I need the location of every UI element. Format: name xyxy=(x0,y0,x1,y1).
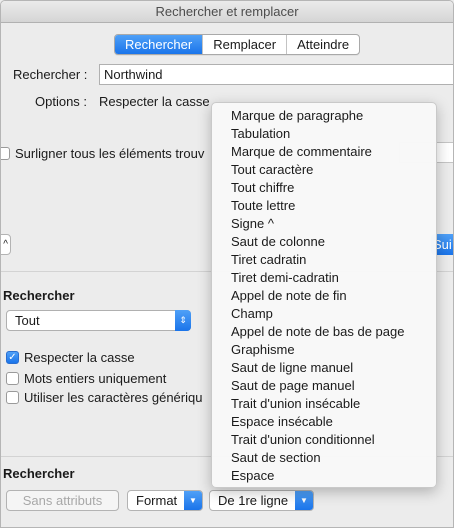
whole-words-checkbox[interactable] xyxy=(6,372,19,385)
scope-value: Tout xyxy=(15,313,40,328)
special-label: De 1re ligne xyxy=(218,493,289,508)
search-input[interactable]: Northwind xyxy=(99,64,453,85)
previous-button[interactable]: ^ xyxy=(1,234,11,255)
match-case-label: Respecter la casse xyxy=(24,350,135,365)
menu-item[interactable]: Appel de note de bas de page xyxy=(212,323,436,341)
menu-item[interactable]: Toute lettre xyxy=(212,197,436,215)
whole-words-label: Mots entiers uniquement xyxy=(24,371,167,386)
window-title: Rechercher et remplacer xyxy=(1,1,453,23)
highlight-row[interactable]: Surligner tous les éléments trouv xyxy=(1,146,205,161)
wildcards-row[interactable]: Utiliser les caractères génériqu xyxy=(6,390,202,405)
menu-item[interactable]: Tiret demi-cadratin xyxy=(212,269,436,287)
tab-atteindre[interactable]: Atteindre xyxy=(287,35,359,54)
match-case-checkbox[interactable]: ✓ xyxy=(6,351,19,364)
menu-item[interactable]: Tiret cadratin xyxy=(212,251,436,269)
menu-item[interactable]: Champ xyxy=(212,305,436,323)
menu-item[interactable]: Marque de commentaire xyxy=(212,143,436,161)
menu-item[interactable]: Espace xyxy=(212,467,436,485)
bottom-section-title: Rechercher xyxy=(3,466,75,481)
menu-item[interactable]: Appel de note de fin xyxy=(212,287,436,305)
menu-item[interactable]: Trait d'union conditionnel xyxy=(212,431,436,449)
menu-item[interactable]: Marque de paragraphe xyxy=(212,107,436,125)
search-label: Rechercher : xyxy=(13,67,88,82)
menu-item[interactable]: Signe ^ xyxy=(212,215,436,233)
menu-item[interactable]: Saut de section xyxy=(212,449,436,467)
format-label: Format xyxy=(136,493,178,508)
menu-item[interactable]: Tout caractère xyxy=(212,161,436,179)
search-section-title: Rechercher xyxy=(3,288,75,303)
menu-item[interactable]: Tout chiffre xyxy=(212,179,436,197)
highlight-label: Surligner tous les éléments trouv xyxy=(15,146,205,161)
no-attributes-button[interactable]: Sans attributs xyxy=(6,490,119,511)
options-label: Options : xyxy=(35,94,88,109)
menu-item[interactable]: Trait d'union insécable xyxy=(212,395,436,413)
menu-item[interactable]: Saut de ligne manuel xyxy=(212,359,436,377)
chevron-down-icon: ▼ xyxy=(184,491,202,510)
menu-item[interactable]: Graphisme xyxy=(212,341,436,359)
highlight-checkbox[interactable] xyxy=(1,147,10,160)
special-menu: Marque de paragraphe Tabulation Marque de … xyxy=(211,102,437,488)
tab-rechercher[interactable]: Rechercher xyxy=(115,35,204,54)
chevron-down-icon: ▼ xyxy=(295,491,313,510)
wildcards-checkbox[interactable] xyxy=(6,391,19,404)
wildcards-label: Utiliser les caractères génériqu xyxy=(24,390,203,405)
menu-item[interactable]: Espace insécable xyxy=(212,413,436,431)
menu-item[interactable]: Tabulation xyxy=(212,125,436,143)
tab-remplacer[interactable]: Remplacer xyxy=(203,35,288,54)
find-replace-window: Rechercher et remplacer Rechercher Rempl… xyxy=(0,0,454,528)
format-button[interactable]: Format ▼ xyxy=(127,490,203,511)
menu-item[interactable]: Saut de colonne xyxy=(212,233,436,251)
options-value: Respecter la casse xyxy=(99,94,210,109)
scope-select[interactable]: Tout ⇕ xyxy=(6,310,191,331)
chevron-updown-icon: ⇕ xyxy=(175,310,191,331)
special-button[interactable]: De 1re ligne ▼ xyxy=(209,490,314,511)
whole-words-row[interactable]: Mots entiers uniquement xyxy=(6,371,166,386)
match-case-row[interactable]: ✓ Respecter la casse xyxy=(6,350,135,365)
tab-bar: Rechercher Remplacer Atteindre xyxy=(114,34,361,55)
up-arrow-icon: ^ xyxy=(3,239,8,250)
menu-item[interactable]: Saut de page manuel xyxy=(212,377,436,395)
